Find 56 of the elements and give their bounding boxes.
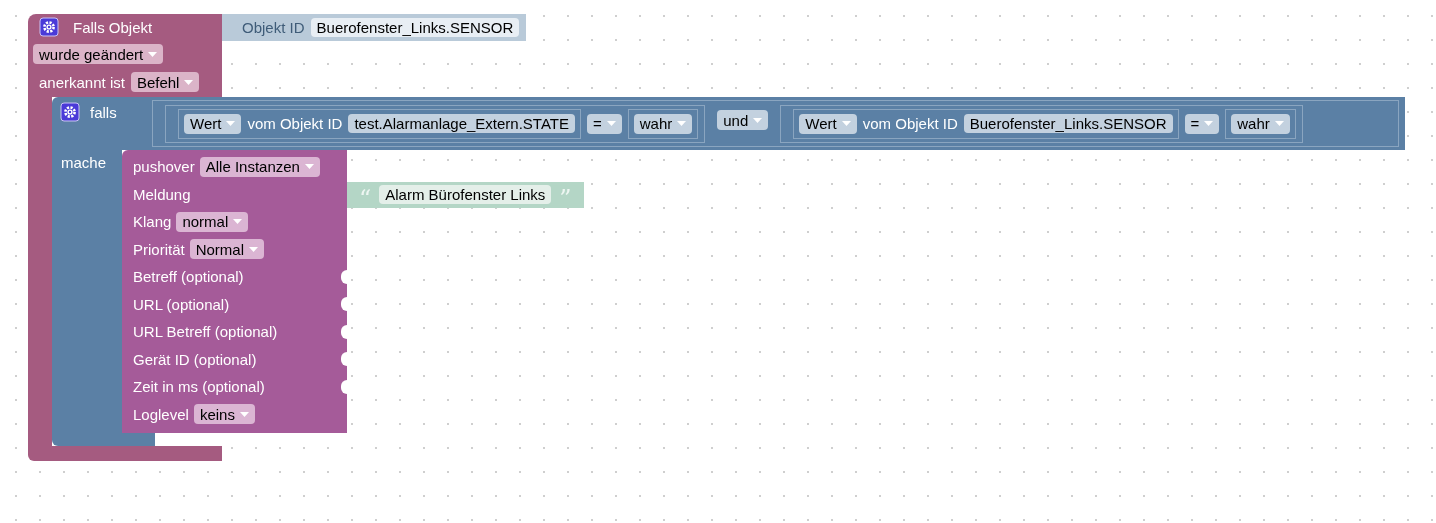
caret-icon (1274, 121, 1284, 126)
field-label: mache (61, 154, 107, 171)
option-dropdown[interactable]: normal (176, 211, 249, 232)
field-label: Loglevel (133, 405, 189, 423)
caret-icon (233, 219, 243, 225)
option-dropdown[interactable]: keins (193, 404, 255, 425)
input-socket[interactable] (341, 379, 347, 394)
caret-icon (226, 121, 236, 126)
caret-icon (1204, 121, 1214, 126)
field-label: Gerät ID (optional) (133, 350, 257, 368)
property-dropdown[interactable]: Wert (184, 113, 242, 134)
object-id-field[interactable]: Buerofenster_Links.SENSOR (310, 18, 520, 37)
event-dropdown[interactable]: wurde geändert (33, 44, 164, 64)
object-id-field[interactable]: Buerofenster_Links.SENSOR (963, 114, 1173, 133)
object-id-field[interactable]: test.Alarmanlage_Extern.STATE (348, 114, 575, 133)
field-label: Zeit in ms (optional) (133, 378, 265, 396)
caret-icon (249, 246, 259, 252)
field-label: vom Objekt ID (862, 115, 958, 132)
operator-dropdown[interactable]: = (1184, 113, 1220, 134)
caret-icon (184, 79, 194, 85)
operator-dropdown[interactable]: = (587, 113, 622, 134)
logic-dropdown[interactable]: und (717, 110, 769, 130)
input-socket[interactable] (341, 269, 347, 284)
field-label: URL (optional) (133, 295, 230, 313)
text-field[interactable]: Alarm Bürofenster Links (379, 185, 552, 204)
ack-dropdown[interactable]: Befehl (130, 72, 200, 92)
input-socket[interactable] (341, 297, 347, 312)
field-label: Betreff (optional) (133, 268, 244, 286)
field-label: vom Objekt ID (247, 115, 343, 132)
field-label: Klang (133, 213, 172, 231)
caret-icon (239, 411, 249, 417)
boolean-dropdown[interactable]: wahr (1231, 113, 1290, 134)
property-dropdown[interactable]: Wert (799, 113, 857, 134)
caret-icon (606, 121, 616, 126)
caret-icon (148, 51, 158, 57)
quote-mark: ” (559, 183, 572, 211)
caret-icon (841, 121, 851, 126)
caret-icon (677, 121, 687, 126)
block-title: pushover (133, 158, 195, 176)
field-label: Objekt ID (242, 19, 305, 36)
field-label: URL Betreff (optional) (133, 323, 278, 341)
field-label: Meldung (133, 185, 191, 203)
boolean-dropdown[interactable]: wahr (633, 113, 693, 134)
field-label: Priorität (133, 240, 185, 258)
settings-icon[interactable] (60, 102, 80, 122)
instance-dropdown[interactable]: Alle Instanzen (199, 156, 320, 177)
block-title: falls (90, 103, 117, 121)
caret-icon (753, 117, 763, 123)
quote-mark: “ (359, 183, 372, 211)
input-socket[interactable] (341, 324, 347, 339)
block-title: Falls Objekt (73, 18, 153, 36)
field-label: anerkannt ist (38, 73, 125, 91)
settings-icon[interactable] (39, 17, 59, 37)
option-dropdown[interactable]: Normal (189, 239, 265, 260)
input-socket[interactable] (341, 352, 347, 367)
caret-icon (304, 164, 314, 170)
